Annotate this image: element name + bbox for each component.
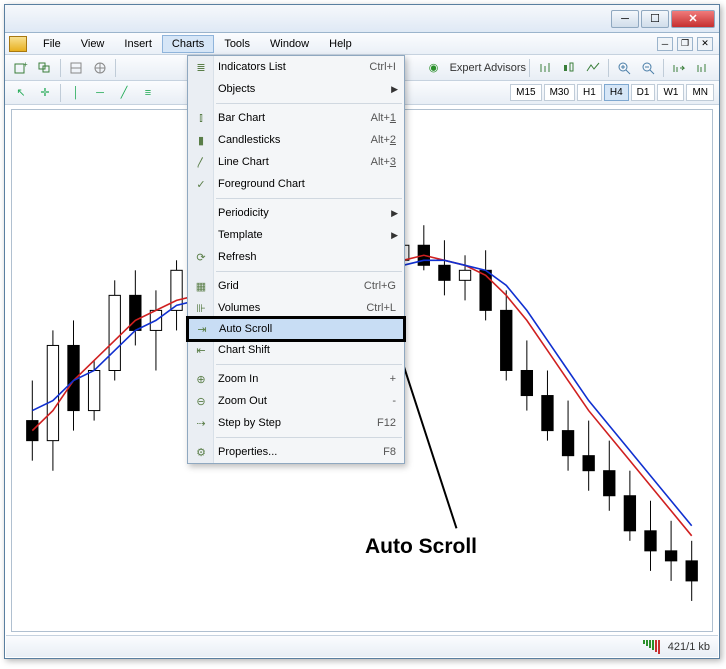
navigator-button[interactable]	[89, 58, 111, 78]
menu-item-line-chart[interactable]: 〳Line ChartAlt+3	[188, 151, 404, 173]
candle-chart-button[interactable]	[558, 58, 580, 78]
check-icon: ✓	[193, 176, 209, 192]
status-traffic: 421/1 kb	[668, 641, 710, 653]
timeframe-h1[interactable]: H1	[577, 84, 602, 101]
submenu-arrow-icon: ▶	[391, 230, 398, 241]
menu-item-zoom-out[interactable]: ⊖Zoom Out-	[188, 390, 404, 412]
timeframe-d1[interactable]: D1	[631, 84, 656, 101]
crosshair-button[interactable]: ✛	[34, 83, 56, 103]
window-minimize-button[interactable]: ─	[611, 10, 639, 28]
profiles-button[interactable]	[34, 58, 56, 78]
new-chart-button[interactable]: +	[10, 58, 32, 78]
market-watch-button[interactable]	[65, 58, 87, 78]
zoom-out-button[interactable]	[637, 58, 659, 78]
blank-icon	[193, 81, 209, 97]
shift-icon: ⇤	[193, 342, 209, 358]
menu-tools[interactable]: Tools	[214, 35, 260, 53]
step-icon: ⇢	[193, 415, 209, 431]
menu-item-volumes[interactable]: ⊪VolumesCtrl+L	[188, 297, 404, 319]
menu-file[interactable]: File	[33, 35, 71, 53]
menu-item-refresh[interactable]: ⟳Refresh	[188, 246, 404, 268]
props-icon: ⚙	[193, 444, 209, 460]
charts-dropdown: ≣Indicators ListCtrl+IObjects▶ ⫾Bar Chart…	[187, 55, 405, 464]
menu-item-objects[interactable]: Objects▶	[188, 78, 404, 100]
mdi-restore-button[interactable]: ❐	[677, 37, 693, 51]
trendline-button[interactable]: ╱	[113, 83, 135, 103]
menu-help[interactable]: Help	[319, 35, 362, 53]
zoomout-icon: ⊖	[193, 393, 209, 409]
blank-icon	[193, 227, 209, 243]
annotation-label: Auto Scroll	[365, 535, 477, 559]
zoom-in-button[interactable]	[613, 58, 635, 78]
refresh-icon: ⟳	[193, 249, 209, 265]
menu-item-bar-chart[interactable]: ⫾Bar ChartAlt+1	[188, 107, 404, 129]
vol-icon: ⊪	[193, 300, 209, 316]
menu-item-chart-shift[interactable]: ⇤Chart Shift	[188, 339, 404, 361]
line-icon: 〳	[193, 154, 209, 170]
menu-item-foreground-chart[interactable]: ✓Foreground Chart	[188, 173, 404, 195]
app-window: ─ ☐ ✕ File View Insert Charts Tools Wind…	[4, 4, 720, 659]
expert-advisors-icon[interactable]: ◉	[423, 58, 445, 78]
menu-item-zoom-in[interactable]: ⊕Zoom In+	[188, 368, 404, 390]
titlebar: ─ ☐ ✕	[5, 5, 719, 33]
channel-button[interactable]: ≡	[137, 83, 159, 103]
timeframe-m30[interactable]: M30	[544, 84, 575, 101]
timeframe-w1[interactable]: W1	[657, 84, 684, 101]
line-chart-button[interactable]	[582, 58, 604, 78]
menu-item-template[interactable]: Template▶	[188, 224, 404, 246]
auto-scroll-button[interactable]	[668, 58, 690, 78]
hline-button[interactable]: ─	[89, 83, 111, 103]
grid-icon: ▦	[193, 278, 209, 294]
menu-item-periodicity[interactable]: Periodicity▶	[188, 202, 404, 224]
menu-view[interactable]: View	[71, 35, 115, 53]
bar-icon: ⫾	[193, 110, 209, 126]
window-maximize-button[interactable]: ☐	[641, 10, 669, 28]
window-close-button[interactable]: ✕	[671, 10, 715, 28]
menubar: File View Insert Charts Tools Window Hel…	[5, 33, 719, 55]
menu-item-auto-scroll[interactable]: ⇥Auto Scroll	[188, 318, 404, 340]
menu-window[interactable]: Window	[260, 35, 319, 53]
timeframe-h4[interactable]: H4	[604, 84, 629, 101]
timeframe-m15[interactable]: M15	[510, 84, 541, 101]
candle-icon: ▮	[193, 132, 209, 148]
bar-chart-button[interactable]	[534, 58, 556, 78]
app-icon	[9, 36, 27, 52]
mdi-close-button[interactable]: ✕	[697, 37, 713, 51]
statusbar: 421/1 kb	[6, 635, 718, 657]
submenu-arrow-icon: ▶	[391, 84, 398, 95]
menu-insert[interactable]: Insert	[114, 35, 162, 53]
blank-icon	[193, 205, 209, 221]
menu-item-properties[interactable]: ⚙Properties...F8	[188, 441, 404, 463]
autoscroll-icon: ⇥	[194, 321, 210, 337]
expert-advisors-label: Expert Advisors	[450, 62, 526, 74]
menu-charts[interactable]: Charts	[162, 35, 214, 53]
menu-item-indicators-list[interactable]: ≣Indicators ListCtrl+I	[188, 56, 404, 78]
submenu-arrow-icon: ▶	[391, 208, 398, 219]
menu-item-grid[interactable]: ▦GridCtrl+G	[188, 275, 404, 297]
chart-shift-button[interactable]	[692, 58, 714, 78]
indicators-icon: ≣	[193, 59, 209, 75]
zoomin-icon: ⊕	[193, 371, 209, 387]
svg-text:+: +	[23, 61, 28, 69]
menu-item-candlesticks[interactable]: ▮CandlesticksAlt+2	[188, 129, 404, 151]
menu-item-step-by-step[interactable]: ⇢Step by StepF12	[188, 412, 404, 434]
cursor-button[interactable]: ↖	[10, 83, 32, 103]
timeframe-mn[interactable]: MN	[686, 84, 714, 101]
connection-icon	[643, 640, 660, 654]
mdi-minimize-button[interactable]: ─	[657, 37, 673, 51]
vline-button[interactable]: │	[65, 83, 87, 103]
